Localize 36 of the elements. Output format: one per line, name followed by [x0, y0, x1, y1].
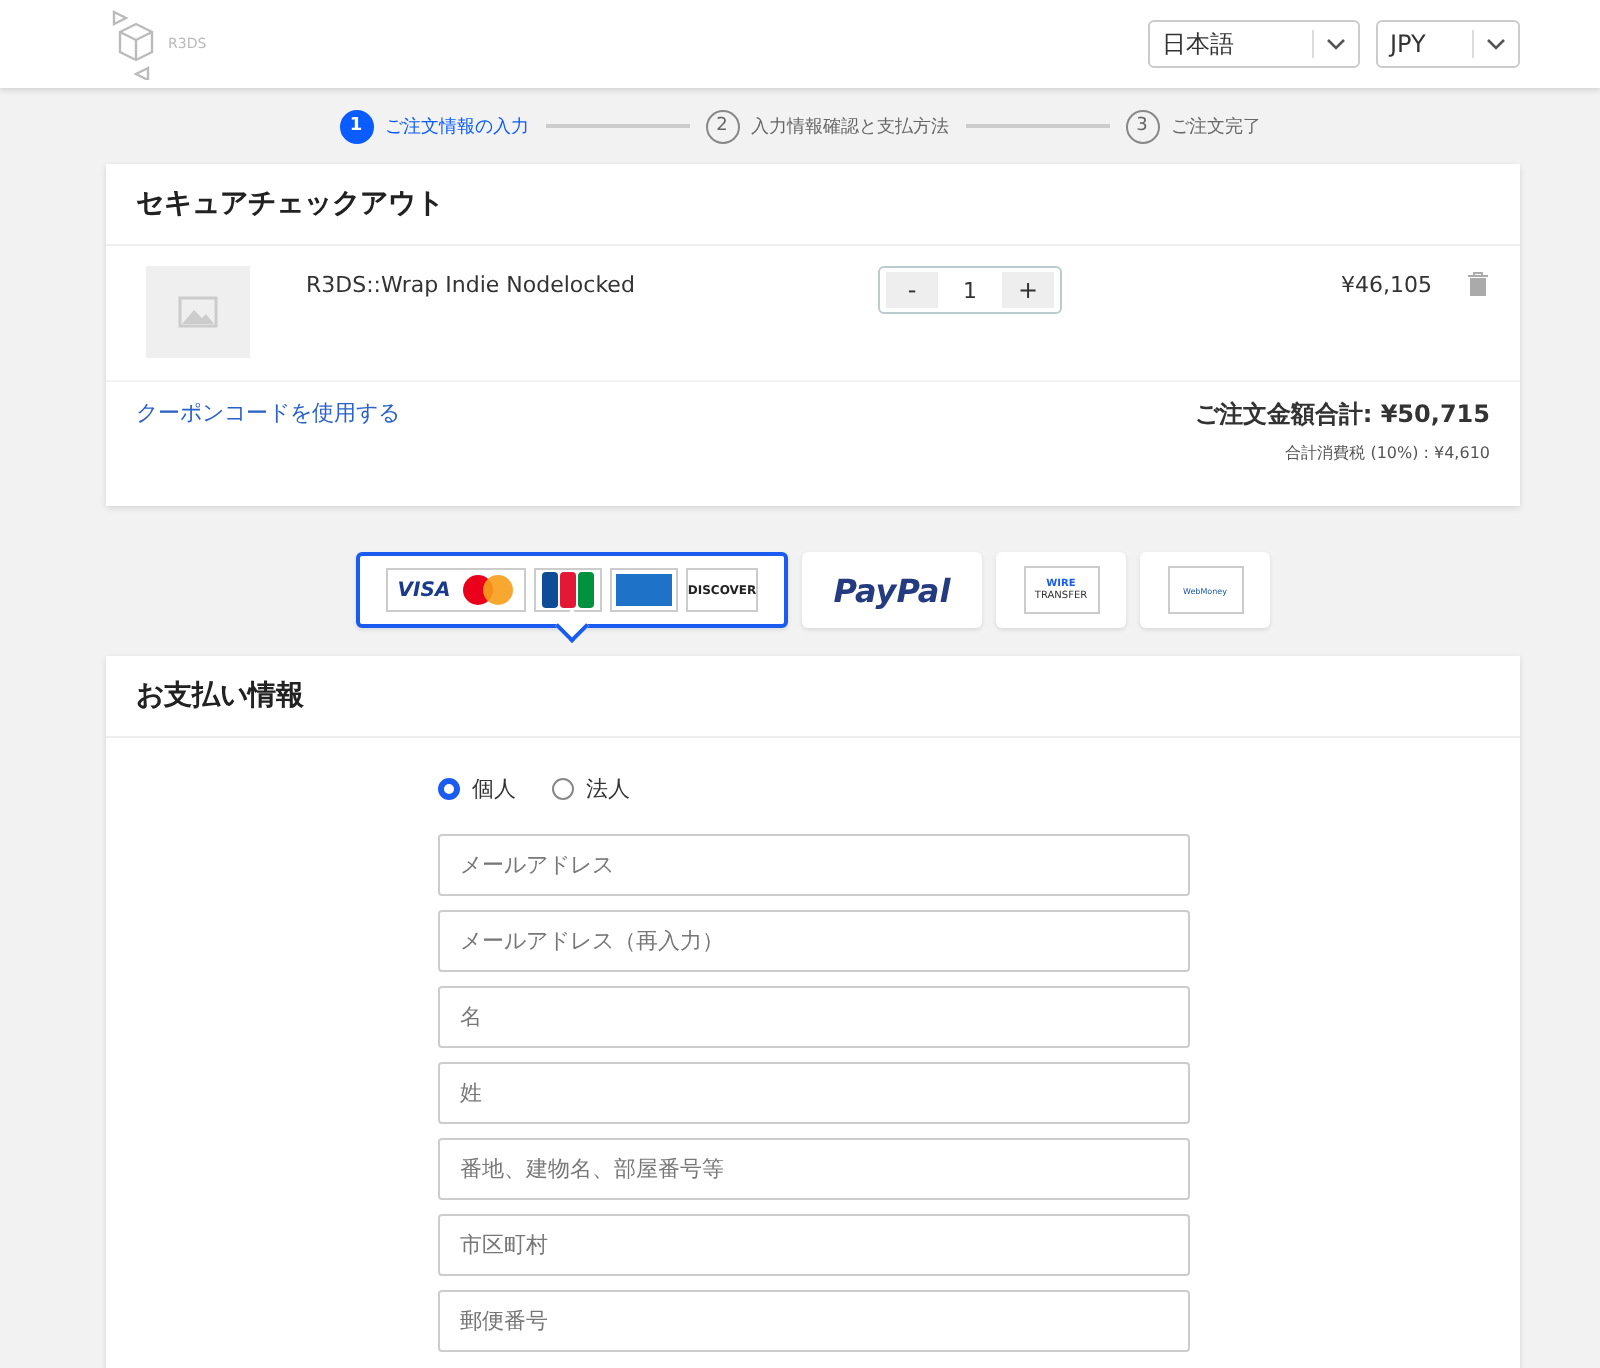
- customer-type-radio[interactable]: 法人: [552, 774, 630, 804]
- quantity-value: 1: [963, 277, 977, 303]
- input-field[interactable]: メールアドレス（再入力）: [438, 910, 1190, 972]
- input-field[interactable]: 名: [438, 986, 1190, 1048]
- coupon-link[interactable]: クーポンコードを使用する: [136, 398, 400, 506]
- card-title: セキュアチェックアウト: [106, 164, 1520, 246]
- input-field[interactable]: 市区町村: [438, 1214, 1190, 1276]
- currency-select[interactable]: JPY: [1376, 20, 1520, 68]
- increase-button[interactable]: +: [1002, 272, 1054, 308]
- step-number: 3: [1125, 109, 1159, 143]
- product-image-placeholder: [146, 266, 250, 358]
- chevron-down-icon: [1326, 38, 1346, 50]
- paypal-logo: PayPal: [833, 571, 951, 609]
- order-total: ご注文金額合計: ¥50,715: [1194, 398, 1490, 432]
- step-number: 2: [705, 109, 739, 143]
- input-field[interactable]: メールアドレス: [438, 834, 1190, 896]
- jcb-logo: [534, 568, 602, 612]
- step-label: 入力情報確認と支払方法: [751, 115, 949, 139]
- item-price: ¥46,105: [1341, 272, 1432, 298]
- input-field[interactable]: 番地、建物名、部屋番号等: [438, 1138, 1190, 1200]
- visa-mastercard-logo: VISA: [386, 568, 526, 612]
- chevron-down-icon: [1486, 38, 1506, 50]
- decrease-button[interactable]: -: [886, 272, 938, 308]
- input-field[interactable]: 郵便番号: [438, 1290, 1190, 1352]
- step-number: 1: [339, 109, 373, 143]
- step-label: ご注文完了: [1171, 115, 1261, 139]
- amex-logo: [610, 568, 678, 612]
- payment-method-option[interactable]: PayPal: [802, 552, 982, 628]
- product-name: R3DS::Wrap Indie Nodelocked: [306, 272, 637, 298]
- tax-total: 合計消費税 (10%) : ¥4,610: [1283, 442, 1490, 464]
- language-select[interactable]: 日本語: [1148, 20, 1360, 68]
- trash-icon[interactable]: [1468, 272, 1488, 296]
- card-title: お支払い情報: [106, 656, 1520, 738]
- input-field[interactable]: 姓: [438, 1062, 1190, 1124]
- step-label: ご注文情報の入力: [385, 115, 529, 139]
- customer-type-radio[interactable]: 個人: [438, 774, 516, 804]
